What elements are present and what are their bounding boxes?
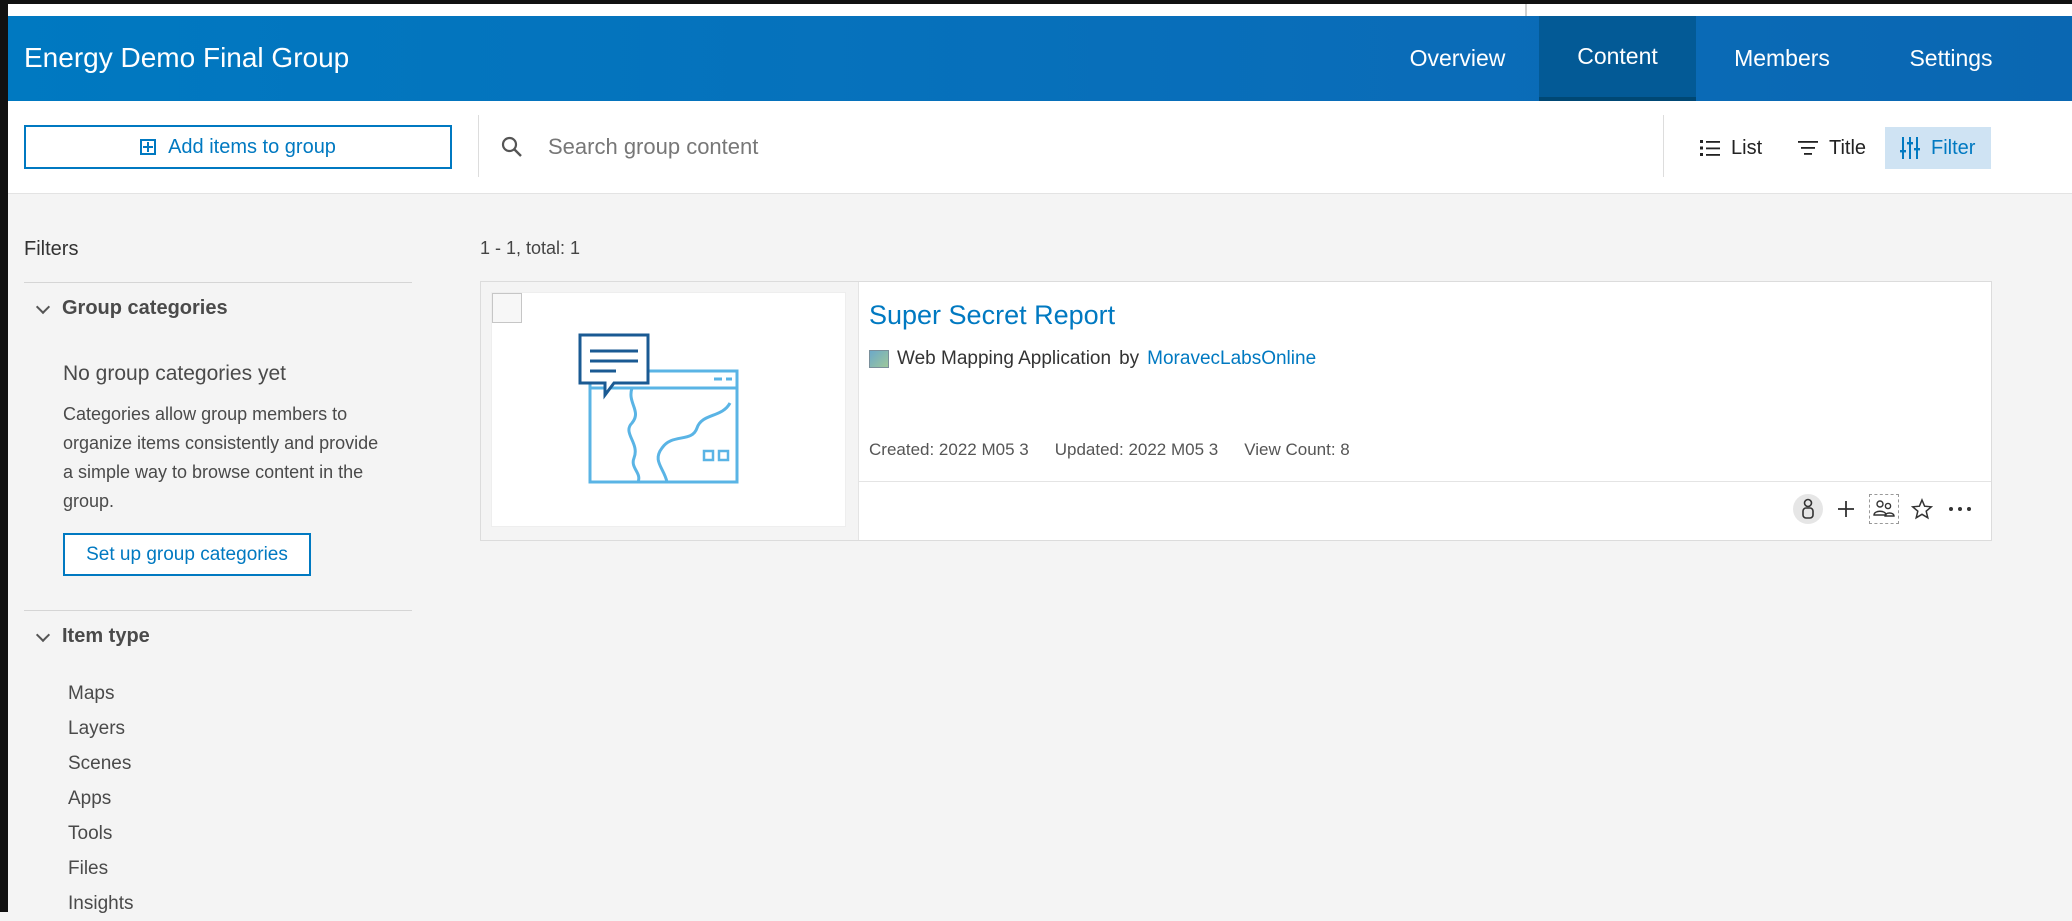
item-type-text: Web Mapping Application [897, 348, 1112, 369]
setup-categories-button[interactable]: Set up group categories [63, 533, 311, 576]
more-options-button[interactable] [1945, 494, 1975, 524]
filter-label: Filter [1931, 136, 1976, 159]
item-type-list: Maps Layers Scenes Apps Tools Files Insi… [68, 676, 133, 921]
search-input[interactable] [546, 133, 1550, 161]
favorite-star-icon [1911, 498, 1933, 520]
group-title: Energy Demo Final Group [24, 42, 350, 73]
select-checkbox[interactable] [492, 293, 522, 323]
more-icon [1949, 507, 1971, 511]
toolbar-divider-right [1663, 115, 1664, 177]
frame-corner [0, 4, 8, 16]
tab-content[interactable]: Content [1539, 16, 1696, 101]
item-type-apps[interactable]: Apps [68, 781, 133, 816]
sort-icon [1798, 141, 1818, 155]
search-icon [501, 136, 522, 157]
left-frame-edge [0, 16, 8, 912]
item-by-text: by [1119, 348, 1140, 369]
owner-icon [1802, 498, 1814, 519]
filter-button[interactable]: Filter [1885, 127, 1991, 169]
sort-button[interactable]: Title [1797, 127, 1866, 169]
plus-box-icon [140, 139, 157, 155]
item-title-link[interactable]: Super Secret Report [869, 300, 1115, 331]
card-actions-divider [859, 481, 1991, 482]
no-categories-title: No group categories yet [63, 362, 286, 385]
browser-top-strip [0, 0, 2072, 16]
item-type-toggle[interactable]: Item type [35, 625, 150, 648]
share-group-button[interactable] [1869, 494, 1899, 524]
card-divider [858, 282, 859, 540]
search-bar [500, 127, 1640, 167]
chevron-down-icon [35, 299, 51, 314]
web-app-thumbnail-icon [578, 333, 739, 484]
list-view-label: List [1731, 136, 1763, 159]
tab-members[interactable]: Members [1696, 16, 1868, 101]
add-icon [1838, 501, 1854, 517]
item-type-files[interactable]: Files [68, 851, 133, 886]
item-type-layers[interactable]: Layers [68, 711, 133, 746]
tab-overview[interactable]: Overview [1376, 16, 1539, 101]
favorite-button[interactable] [1907, 494, 1937, 524]
item-thumbnail[interactable] [491, 292, 846, 527]
item-type-maps[interactable]: Maps [68, 676, 133, 711]
no-categories-description: Categories allow group members to organi… [63, 404, 379, 511]
add-items-label: Add items to group [168, 135, 336, 158]
item-meta: Web Mapping Application by MoravecLabsOn… [869, 348, 1316, 370]
item-actions [1793, 494, 1975, 524]
group-nav: Overview Content Members Settings [1376, 16, 2072, 101]
list-view-button[interactable]: List [1699, 127, 1762, 169]
chevron-down-icon [35, 627, 51, 642]
add-items-button[interactable]: Add items to group [24, 125, 452, 169]
toolbar-divider [478, 115, 479, 177]
owner-link[interactable]: MoravecLabsOnline [1147, 348, 1316, 370]
sort-label: Title [1829, 136, 1867, 159]
frame-tick [1525, 4, 1527, 16]
created-date: Created: 2022 M05 3 [869, 440, 1029, 459]
list-icon [1700, 140, 1720, 156]
content-toolbar: Add items to group List Title Filter [8, 101, 2072, 194]
group-categories-toggle[interactable]: Group categories [35, 297, 228, 320]
item-stats: Created: 2022 M05 3 Updated: 2022 M05 3 … [869, 440, 1350, 460]
item-type-scenes[interactable]: Scenes [68, 746, 133, 781]
item-type-insights[interactable]: Insights [68, 886, 133, 921]
owner-button[interactable] [1793, 494, 1823, 524]
result-card: Super Secret Report Web Mapping Applicat… [480, 281, 1992, 541]
group-header: Energy Demo Final Group Overview Content… [8, 16, 2072, 101]
filters-heading: Filters [24, 238, 79, 260]
categories-divider [24, 610, 412, 611]
share-group-icon [1873, 500, 1895, 517]
tab-settings[interactable]: Settings [1868, 16, 2034, 101]
filters-divider [24, 282, 412, 283]
item-type-heading: Item type [62, 625, 150, 647]
view-count: View Count: 8 [1244, 440, 1350, 459]
add-to-button[interactable] [1831, 494, 1861, 524]
results-count: 1 - 1, total: 1 [480, 238, 581, 258]
updated-date: Updated: 2022 M05 3 [1054, 440, 1219, 459]
filter-icon [1900, 137, 1920, 159]
group-categories-heading: Group categories [62, 297, 228, 319]
item-type-tools[interactable]: Tools [68, 816, 133, 851]
web-app-type-icon [869, 350, 889, 368]
